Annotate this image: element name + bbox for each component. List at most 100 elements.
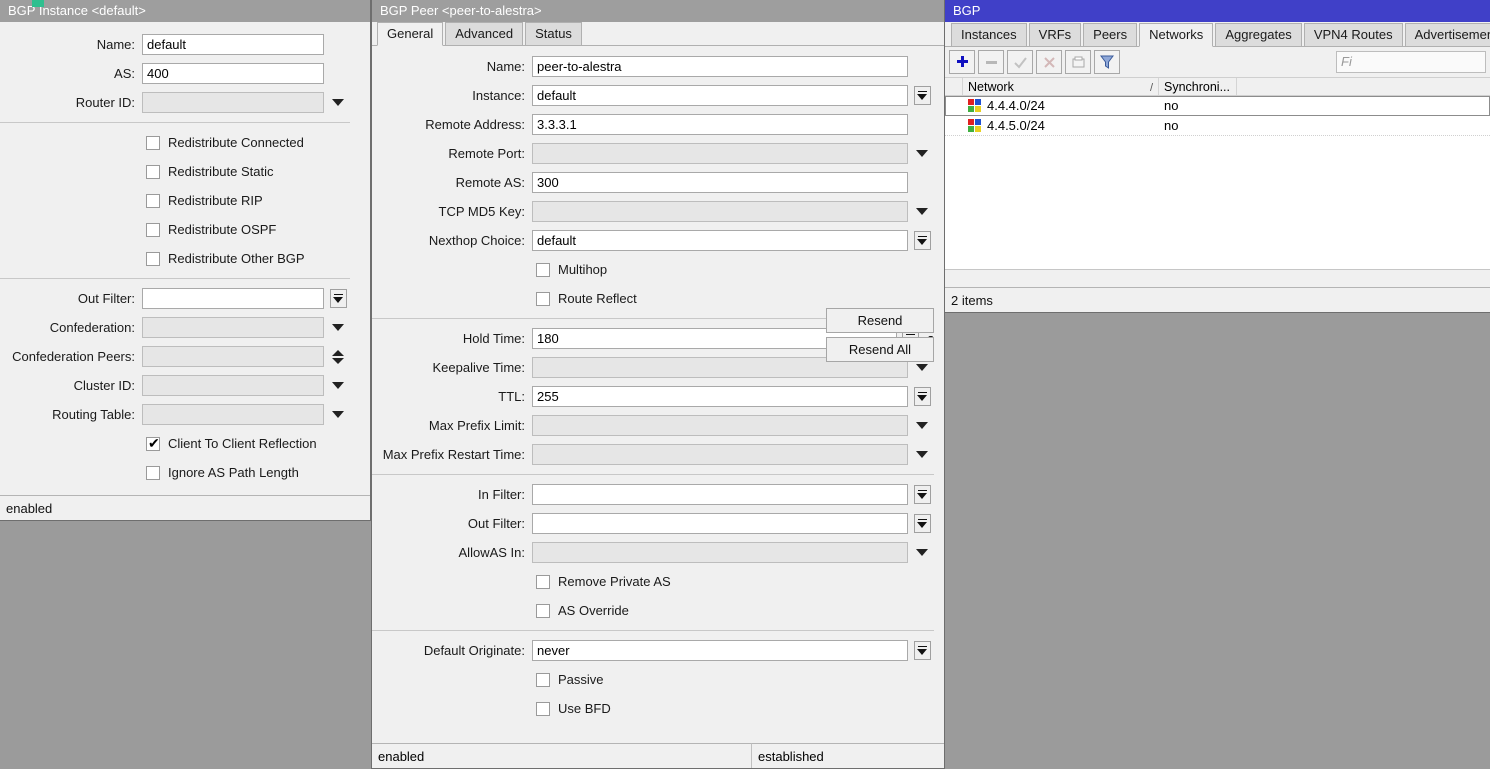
checkbox-ignore-as-path-length[interactable] [146, 466, 160, 480]
input-remote-port[interactable] [532, 143, 908, 164]
input-as[interactable]: 400 [142, 63, 324, 84]
input-max-prefix-restart-time[interactable] [532, 444, 908, 465]
dropdown-button-ttl[interactable] [910, 386, 934, 407]
add-button[interactable] [949, 50, 975, 74]
tab-networks[interactable]: Networks [1139, 23, 1213, 47]
checkbox-row-as-override[interactable]: AS Override [372, 596, 934, 625]
column-header-synchronize[interactable]: Synchroni... [1159, 78, 1237, 95]
chevron-down-icon-max-prefix-limit[interactable] [910, 415, 934, 436]
checkbox-redistribute-rip[interactable] [146, 194, 160, 208]
bgp-peer-tabs[interactable]: General Advanced Status [372, 22, 944, 46]
input-ttl[interactable]: 255 [532, 386, 908, 407]
checkbox-row-redistribute-rip[interactable]: Redistribute RIP [0, 186, 350, 215]
resend-all-button[interactable]: Resend All [826, 337, 934, 362]
input-confederation[interactable] [142, 317, 324, 338]
stepper-confederation-peers[interactable] [326, 346, 350, 367]
checkbox-row-redistribute-ospf[interactable]: Redistribute OSPF [0, 215, 350, 244]
input-instance-name[interactable]: default [142, 34, 324, 55]
dropdown-button-default-originate[interactable] [910, 640, 934, 661]
checkbox-row-passive[interactable]: Passive [372, 665, 934, 694]
checkbox-remove-private-as[interactable] [536, 575, 550, 589]
checkbox-as-override[interactable] [536, 604, 550, 618]
input-nexthop-choice[interactable]: default [532, 230, 908, 251]
checkbox-row-redistribute-connected[interactable]: Redistribute Connected [0, 128, 350, 157]
column-header-extra[interactable] [1237, 78, 1490, 95]
tab-aggregates[interactable]: Aggregates [1215, 23, 1302, 46]
chevron-down-icon-router-id[interactable] [326, 92, 350, 113]
checkbox-row-ignore-as-path-length[interactable]: Ignore AS Path Length [0, 458, 350, 487]
checkbox-passive[interactable] [536, 673, 550, 687]
input-peer-name[interactable]: peer-to-alestra [532, 56, 908, 77]
checkbox-row-use-bfd[interactable]: Use BFD [372, 694, 934, 723]
chevron-down-icon-allowas-in[interactable] [910, 542, 934, 563]
disable-button[interactable] [1036, 50, 1062, 74]
column-header-flag[interactable] [945, 78, 963, 95]
input-routing-table[interactable] [142, 404, 324, 425]
enable-button[interactable] [1007, 50, 1033, 74]
checkbox-client-to-client-reflection[interactable] [146, 437, 160, 451]
input-remote-as[interactable]: 300 [532, 172, 908, 193]
filter-button[interactable] [1094, 50, 1120, 74]
bgp-instance-titlebar[interactable]: BGP Instance <default> [0, 0, 370, 22]
input-allowas-in[interactable] [532, 542, 908, 563]
tab-vrfs[interactable]: VRFs [1029, 23, 1082, 46]
input-peer-out-filter[interactable] [532, 513, 908, 534]
tab-status[interactable]: Status [525, 22, 582, 45]
checkbox-row-redistribute-other-bgp[interactable]: Redistribute Other BGP [0, 244, 350, 273]
table-row[interactable]: 4.4.5.0/24 no [945, 116, 1490, 136]
bgp-peer-window[interactable]: BGP Peer <peer-to-alestra> General Advan… [371, 0, 945, 769]
checkbox-row-remove-private-as[interactable]: Remove Private AS [372, 567, 934, 596]
checkbox-route-reflect[interactable] [536, 292, 550, 306]
tab-advertisements[interactable]: Advertisements [1405, 23, 1490, 46]
bgp-list-toolbar[interactable]: Fi [945, 47, 1490, 77]
input-out-filter[interactable] [142, 288, 324, 309]
checkbox-row-redistribute-static[interactable]: Redistribute Static [0, 157, 350, 186]
chevron-down-icon-confederation[interactable] [326, 317, 350, 338]
input-cluster-id[interactable] [142, 375, 324, 396]
bgp-peer-titlebar[interactable]: BGP Peer <peer-to-alestra> [372, 0, 944, 22]
bgp-list-tabs[interactable]: Instances VRFs Peers Networks Aggregates… [945, 22, 1490, 47]
chevron-down-icon-tcp-md5-key[interactable] [910, 201, 934, 222]
input-confederation-peers[interactable] [142, 346, 324, 367]
input-remote-address[interactable]: 3.3.3.1 [532, 114, 908, 135]
networks-table-body[interactable]: 4.4.4.0/24 no 4.4.5.0/24 no [945, 96, 1490, 270]
bgp-list-titlebar[interactable]: BGP [945, 0, 1490, 22]
bgp-list-window[interactable]: BGP Instances VRFs Peers Networks Aggreg… [944, 0, 1490, 313]
checkbox-redistribute-connected[interactable] [146, 136, 160, 150]
checkbox-row-client-to-client-reflection[interactable]: Client To Client Reflection [0, 429, 350, 458]
checkbox-use-bfd[interactable] [536, 702, 550, 716]
chevron-down-icon-remote-port[interactable] [910, 143, 934, 164]
chevron-down-icon-cluster-id[interactable] [326, 375, 350, 396]
bgp-instance-window[interactable]: BGP Instance <default> Name: default AS:… [0, 0, 371, 521]
input-tcp-md5-key[interactable] [532, 201, 908, 222]
dropdown-button-in-filter[interactable] [910, 484, 934, 505]
chevron-down-icon-routing-table[interactable] [326, 404, 350, 425]
tab-peers[interactable]: Peers [1083, 23, 1137, 46]
input-in-filter[interactable] [532, 484, 908, 505]
dropdown-button-instance[interactable] [910, 85, 934, 106]
dropdown-button-peer-out-filter[interactable] [910, 513, 934, 534]
label-as: AS: [0, 66, 142, 81]
dropdown-button-out-filter[interactable] [326, 288, 350, 309]
tab-advanced[interactable]: Advanced [445, 22, 523, 45]
chevron-down-icon-max-prefix-restart-time[interactable] [910, 444, 934, 465]
input-router-id[interactable] [142, 92, 324, 113]
tab-vpn4-routes[interactable]: VPN4 Routes [1304, 23, 1403, 46]
table-row[interactable]: 4.4.4.0/24 no [945, 96, 1490, 116]
tab-general[interactable]: General [377, 22, 443, 46]
resend-button[interactable]: Resend [826, 308, 934, 333]
input-default-originate[interactable]: never [532, 640, 908, 661]
column-header-network[interactable]: Network / [963, 78, 1159, 95]
dropdown-button-nexthop-choice[interactable] [910, 230, 934, 251]
checkbox-redistribute-static[interactable] [146, 165, 160, 179]
find-input[interactable]: Fi [1336, 51, 1486, 73]
input-max-prefix-limit[interactable] [532, 415, 908, 436]
checkbox-multihop[interactable] [536, 263, 550, 277]
checkbox-redistribute-ospf[interactable] [146, 223, 160, 237]
remove-button[interactable] [978, 50, 1004, 74]
comment-button[interactable] [1065, 50, 1091, 74]
checkbox-redistribute-other-bgp[interactable] [146, 252, 160, 266]
checkbox-row-multihop[interactable]: Multihop [372, 255, 934, 284]
tab-instances[interactable]: Instances [951, 23, 1027, 46]
input-instance[interactable]: default [532, 85, 908, 106]
